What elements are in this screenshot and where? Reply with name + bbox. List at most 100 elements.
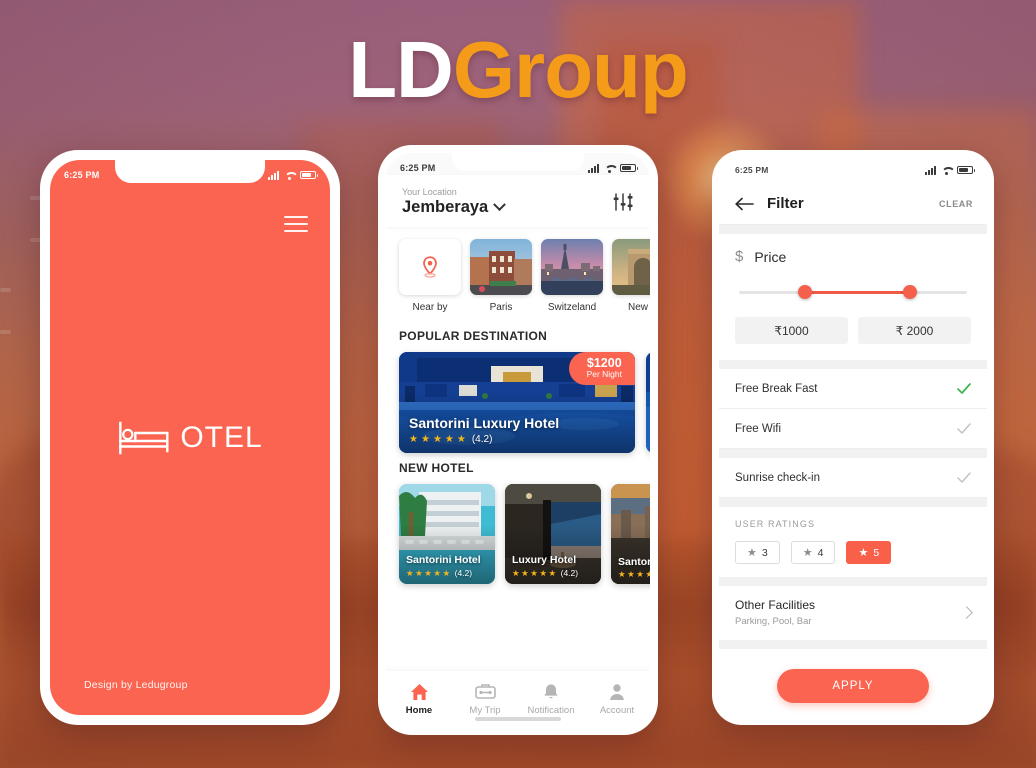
rating-chip-3[interactable]: ★ 3 [735, 541, 780, 564]
popular-hotel-card[interactable]: $1200 Per Night Santorini Luxury Hotel ★… [399, 352, 635, 453]
new-hotel-card[interactable]: Santori ★ ★ ★ ★ [611, 484, 650, 584]
app-logo: OTEL [117, 421, 262, 455]
new-hotel-card[interactable]: Luxury Hotel ★ ★ ★ ★ ★ (4.2) [505, 484, 601, 584]
price-min-field[interactable]: ₹1000 [735, 317, 848, 344]
check-icon[interactable] [957, 383, 971, 394]
hamburger-menu-icon[interactable] [284, 216, 308, 232]
user-ratings-section: USER RATINGS ★ 3 ★ 4 ★ 5 [719, 507, 987, 577]
title-part-group: Group [452, 25, 689, 114]
apply-button[interactable]: APPLY [777, 669, 929, 703]
star-icon: ★ [627, 568, 635, 579]
location-block[interactable]: Your Location Jemberaya [402, 187, 507, 217]
destination-label: Near by [412, 302, 448, 313]
tab-label: My Trip [469, 705, 501, 716]
hotel-name: Santorini Hotel [406, 554, 481, 566]
destination-thumb [399, 239, 461, 295]
signal-icon [588, 163, 599, 173]
check-icon[interactable] [957, 423, 971, 434]
chevron-down-icon [493, 198, 507, 212]
tab-label: Account [599, 705, 635, 716]
star-icon: ★ [406, 567, 414, 578]
destination-chip-nearby[interactable]: Near by [399, 239, 461, 313]
new-hotel-card[interactable]: Santorini Hotel ★ ★ ★ ★ ★ (4.2) [399, 484, 495, 584]
destination-chip-newdelhi[interactable]: New D [612, 239, 650, 313]
slider-track-fill [802, 290, 910, 294]
rating-chip-5[interactable]: ★ 5 [846, 541, 892, 564]
destination-chip-switzeland[interactable]: Switzeland [541, 239, 603, 313]
location-selector[interactable]: Jemberaya [402, 198, 507, 217]
status-time: 6:25 PM [735, 165, 769, 175]
slider-knob-max[interactable] [903, 285, 918, 299]
amenity-label: Free Break Fast [735, 382, 818, 395]
star-icon: ★ [420, 433, 430, 445]
amenity-row-sunrise-checkin[interactable]: Sunrise check-in [719, 458, 987, 498]
tab-label: Notification [527, 705, 575, 716]
home-icon [386, 682, 452, 701]
star-icon: ★ [424, 567, 432, 578]
hotel-photo [646, 352, 650, 453]
star-icon: ★ [636, 568, 644, 579]
status-icons [925, 165, 975, 175]
card-meta: Santori ★ ★ ★ ★ [618, 556, 650, 579]
status-time: 6:25 PM [400, 163, 436, 173]
other-facilities-text: Other Facilities Parking, Pool, Bar [735, 598, 815, 627]
destination-strip[interactable]: Near by Paris Switzeland New [386, 227, 650, 321]
new-hotel-card-strip[interactable]: Santorini Hotel ★ ★ ★ ★ ★ (4.2) Luxury H… [386, 484, 650, 584]
rating-chip-4[interactable]: ★ 4 [790, 541, 836, 564]
apply-button-zone: APPLY [719, 649, 987, 703]
title-part-ld: LD [348, 25, 454, 114]
price-period: Per Night [586, 369, 622, 380]
user-ratings-heading: USER RATINGS [735, 519, 816, 529]
destination-chip-paris[interactable]: Paris [470, 239, 532, 313]
popular-section-title: POPULAR DESTINATION [399, 329, 548, 343]
paris-photo [470, 239, 532, 295]
design-credit: Design by Ledugroup [84, 679, 188, 691]
star-icon: ★ [747, 547, 757, 559]
price-range-slider[interactable] [739, 285, 967, 299]
page-title: Filter [767, 195, 804, 212]
splash-screen: 6:25 PM OTEL Design by Ledugroup [50, 160, 330, 715]
amenity-row-free-breakfast[interactable]: Free Break Fast [719, 369, 987, 409]
status-icons [268, 170, 318, 180]
star-icon: ★ [530, 567, 538, 578]
destination-label: Switzeland [547, 302, 597, 313]
check-icon[interactable] [957, 472, 971, 483]
rating-row: ★ ★ ★ ★ ★ (4.2) [512, 568, 578, 578]
star-icon: ★ [442, 567, 451, 578]
tab-label: Home [405, 705, 433, 716]
destination-thumb [612, 239, 650, 295]
rating-row: ★ ★ ★ ★ ★ (4.2) [406, 568, 481, 578]
card-meta: Santorini Hotel ★ ★ ★ ★ ★ (4.2) [406, 554, 481, 578]
phone-mockup-splash: 6:25 PM OTEL Design by Ledugroup [40, 150, 340, 725]
chevron-right-icon [960, 606, 973, 619]
star-icon: ★ [433, 567, 441, 578]
status-bar: 6:25 PM [386, 153, 650, 183]
star-icon: ★ [858, 547, 869, 559]
star-icon: ★ [512, 567, 520, 578]
section-divider [719, 449, 987, 458]
other-facilities-row[interactable]: Other Facilities Parking, Pool, Bar [719, 586, 987, 640]
sliders-icon[interactable] [612, 192, 634, 212]
wifi-icon [284, 171, 295, 180]
rating-chip-value: 4 [817, 546, 824, 559]
tab-my-trip[interactable]: My Trip [452, 682, 518, 716]
tab-account[interactable]: Account [584, 682, 650, 716]
status-icons [588, 163, 638, 173]
clear-button[interactable]: CLEAR [939, 199, 973, 209]
tab-notification[interactable]: Notification [518, 682, 584, 716]
price-badge: $1200 Per Night [568, 352, 635, 386]
price-max-field[interactable]: ₹ 2000 [858, 317, 971, 344]
popular-card-strip[interactable]: $1200 Per Night Santorini Luxury Hotel ★… [386, 352, 650, 453]
back-arrow-icon[interactable] [735, 197, 754, 211]
battery-icon [300, 171, 318, 179]
amenity-row-free-wifi[interactable]: Free Wifi [719, 409, 987, 449]
new-hotel-section-title: NEW HOTEL [399, 461, 474, 475]
section-divider [719, 577, 987, 586]
popular-hotel-card[interactable] [646, 352, 650, 453]
battery-icon [957, 166, 975, 174]
tab-home[interactable]: Home [386, 682, 452, 716]
dollar-icon: $ [735, 248, 744, 265]
home-scroll-area[interactable]: Near by Paris Switzeland New POPULAR DES… [386, 227, 650, 671]
slider-knob-min[interactable] [798, 285, 813, 299]
filter-screen: 6:25 PM Filter CLEAR $ Price ₹1000 ₹ 200… [719, 157, 987, 718]
